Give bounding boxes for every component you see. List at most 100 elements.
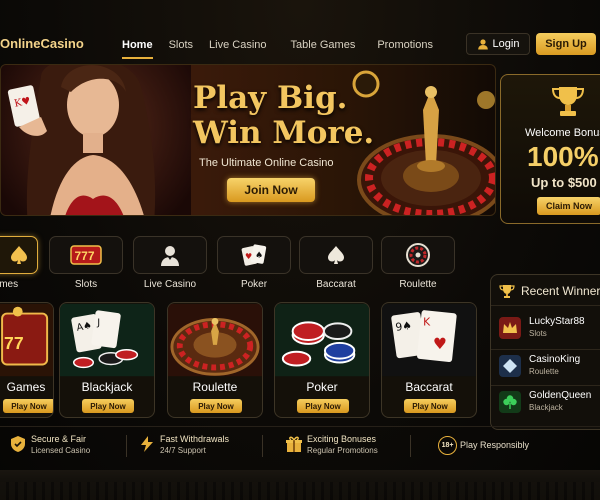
nav-live-casino[interactable]: Live Casino [201,37,274,53]
feature-sub: Licensed Casino [31,446,91,455]
separator [262,435,263,457]
winner-row[interactable]: CasinoKing Roulette [499,353,600,383]
game-title-poker: Poker [306,380,338,394]
winner-name: GoldenQueen [529,390,592,401]
category-games[interactable] [0,236,38,274]
features-bar: Secure & Fair Licensed Casino Fast Withd… [0,426,600,462]
game-title-baccarat: Baccarat [405,380,453,394]
winner-game: Blackjack [529,403,563,412]
nav-home[interactable]: Home [114,37,161,59]
welcome-bonus-card: Welcome Bonus 100% Up to $500 Claim Now [500,74,600,224]
svg-text:K: K [423,315,431,328]
recent-winners-title: Recent Winners [521,284,600,298]
login-button[interactable]: Login [466,33,530,55]
diamond-icon [499,355,521,377]
winner-name: CasinoKing [529,354,581,365]
nav-promotions[interactable]: Promotions [369,37,441,53]
lightning-icon [141,436,153,452]
clover-icon [499,391,521,413]
divider [491,349,600,350]
category-slots[interactable]: 777 [49,236,123,274]
category-baccarat[interactable] [299,236,373,274]
cards-icon: ♠♥ [241,244,267,266]
hero-banner: K♥ Play Big. Win More. The Ultimate Onli… [0,64,496,216]
winner-name: LuckyStar88 [529,316,585,327]
join-now-button[interactable]: Join Now [227,178,315,202]
winner-row[interactable]: LuckyStar88 Slots [499,315,600,345]
roulette-wheel-image [352,70,495,215]
spade-icon [11,246,27,264]
keyboard-edge [0,482,600,500]
spade-icon [328,246,344,264]
game-title-blackjack: Blackjack [81,380,133,394]
play-now-button-poker[interactable]: Play Now [297,399,349,413]
game-card-games[interactable]: 77 Games Play Now [0,302,54,418]
recent-winners-panel: Recent Winners LuckyStar88 Slots CasinoK… [490,274,600,430]
claim-now-button[interactable]: Claim Now [537,197,600,215]
poker-chips-image [275,303,369,377]
hero-model-image: K♥ [1,65,191,215]
divider [491,385,600,386]
crown-icon [499,317,521,339]
game-title-roulette: Roulette [192,380,238,394]
svg-text:♥: ♥ [245,252,252,261]
category-roulette[interactable] [381,236,455,274]
blackjack-game-image: A♠ J [60,303,154,377]
recent-winners-header: Recent Winners [499,283,600,299]
play-now-button-blackjack[interactable]: Play Now [82,399,134,413]
game-card-roulette[interactable]: Roulette Play Now [167,302,263,418]
feature-sub: Regular Promotions [307,446,378,455]
hero-subtitle: The Ultimate Online Casino [199,157,334,169]
winner-game: Roulette [529,367,559,376]
category-label-poker: Poker [240,279,268,290]
play-now-button-baccarat[interactable]: Play Now [404,399,456,413]
gift-icon [286,436,302,452]
svg-text:J: J [96,317,100,328]
casino-screen: OnlineCasino Home Slots Live Casino Tabl… [0,0,600,500]
nav-slots[interactable]: Slots [161,37,201,53]
login-label: Login [492,38,520,50]
svg-text:♠: ♠ [255,251,263,261]
nav-table-games[interactable]: Table Games [283,37,364,53]
signup-button[interactable]: Sign Up [536,33,596,55]
game-card-blackjack[interactable]: A♠ J Blackjack Play Now [59,302,155,418]
feature-title: Secure & Fair [31,434,87,444]
category-poker[interactable]: ♠ ♥ [217,236,291,274]
feature-title: Exciting Bonuses [307,434,377,444]
user-icon [477,39,488,50]
main-nav: Home Slots Live Casino Table Games Promo… [114,37,441,59]
svg-text:777: 777 [75,249,95,263]
slots-game-image: 77 [0,303,53,377]
feature-title: Fast Withdrawals [160,434,230,444]
site-logo[interactable]: OnlineCasino [0,36,84,51]
trophy-icon [551,87,585,116]
svg-text:9♠: 9♠ [395,319,413,334]
category-label-games: Games [0,279,19,290]
category-label-slots: Slots [74,279,98,290]
bonus-upto: Up to $500 [531,175,597,190]
slot-777-icon: 777 [70,245,102,265]
winner-row[interactable]: GoldenQueen Blackjack [499,389,600,419]
category-live-casino[interactable] [133,236,207,274]
svg-text:77: 77 [4,333,24,353]
age-18-icon: 18+ [438,436,457,455]
game-title-games: Games [6,380,46,394]
category-label-roulette: Roulette [399,279,437,290]
dealer-icon [161,246,179,266]
baccarat-cards-image: 9♠ K♥ [382,303,476,377]
roulette-game-image [168,303,262,377]
separator [410,435,411,457]
roulette-icon [406,243,430,267]
category-label-live-casino: Live Casino [143,279,197,290]
trophy-icon [499,285,515,298]
game-card-baccarat[interactable]: 9♠ K ♥ Baccarat Play Now [381,302,477,418]
svg-text:♥: ♥ [433,334,447,353]
divider [491,305,600,306]
bonus-percent: 100% [527,141,599,172]
game-card-poker[interactable]: Poker Play Now [274,302,370,418]
winner-game: Slots [529,329,547,338]
play-now-button-roulette[interactable]: Play Now [190,399,242,413]
play-now-button-games[interactable]: Play Now [3,399,53,413]
feature-sub: 24/7 Support [160,446,206,455]
shield-icon [11,436,25,452]
